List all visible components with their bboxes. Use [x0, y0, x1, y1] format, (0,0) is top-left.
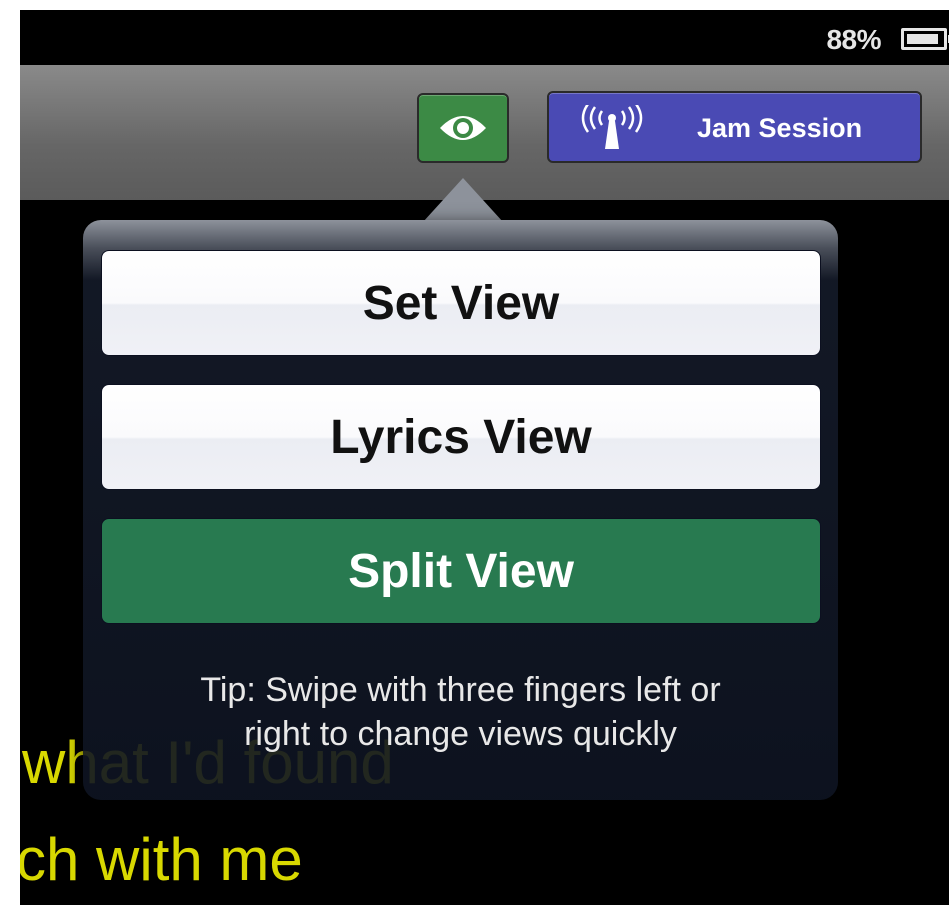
broadcast-antenna-icon: [581, 105, 643, 149]
battery-icon: [901, 28, 949, 50]
status-bar: 88%: [20, 10, 949, 65]
app-screen: 88% Jam Session ch with me Set View Lyri…: [20, 10, 949, 905]
popover-arrow: [423, 178, 503, 222]
tip-text: Tip: Swipe with three fingers left or ri…: [83, 668, 838, 756]
lyric-line: ch with me: [20, 826, 303, 893]
view-mode-popover: Set View Lyrics View Split View Tip: Swi…: [83, 220, 838, 800]
tip-line: Tip: Swipe with three fingers left or: [200, 671, 721, 709]
lyrics-view-button[interactable]: Lyrics View: [101, 384, 821, 490]
tip-line: right to change views quickly: [244, 715, 677, 753]
jam-session-button[interactable]: Jam Session: [547, 91, 922, 163]
set-view-button[interactable]: Set View: [101, 250, 821, 356]
eye-icon: [440, 116, 486, 140]
split-view-button[interactable]: Split View: [101, 518, 821, 624]
battery-percent: 88%: [826, 24, 881, 55]
view-toggle-button[interactable]: [417, 93, 509, 163]
jam-session-label: Jam Session: [697, 113, 863, 143]
